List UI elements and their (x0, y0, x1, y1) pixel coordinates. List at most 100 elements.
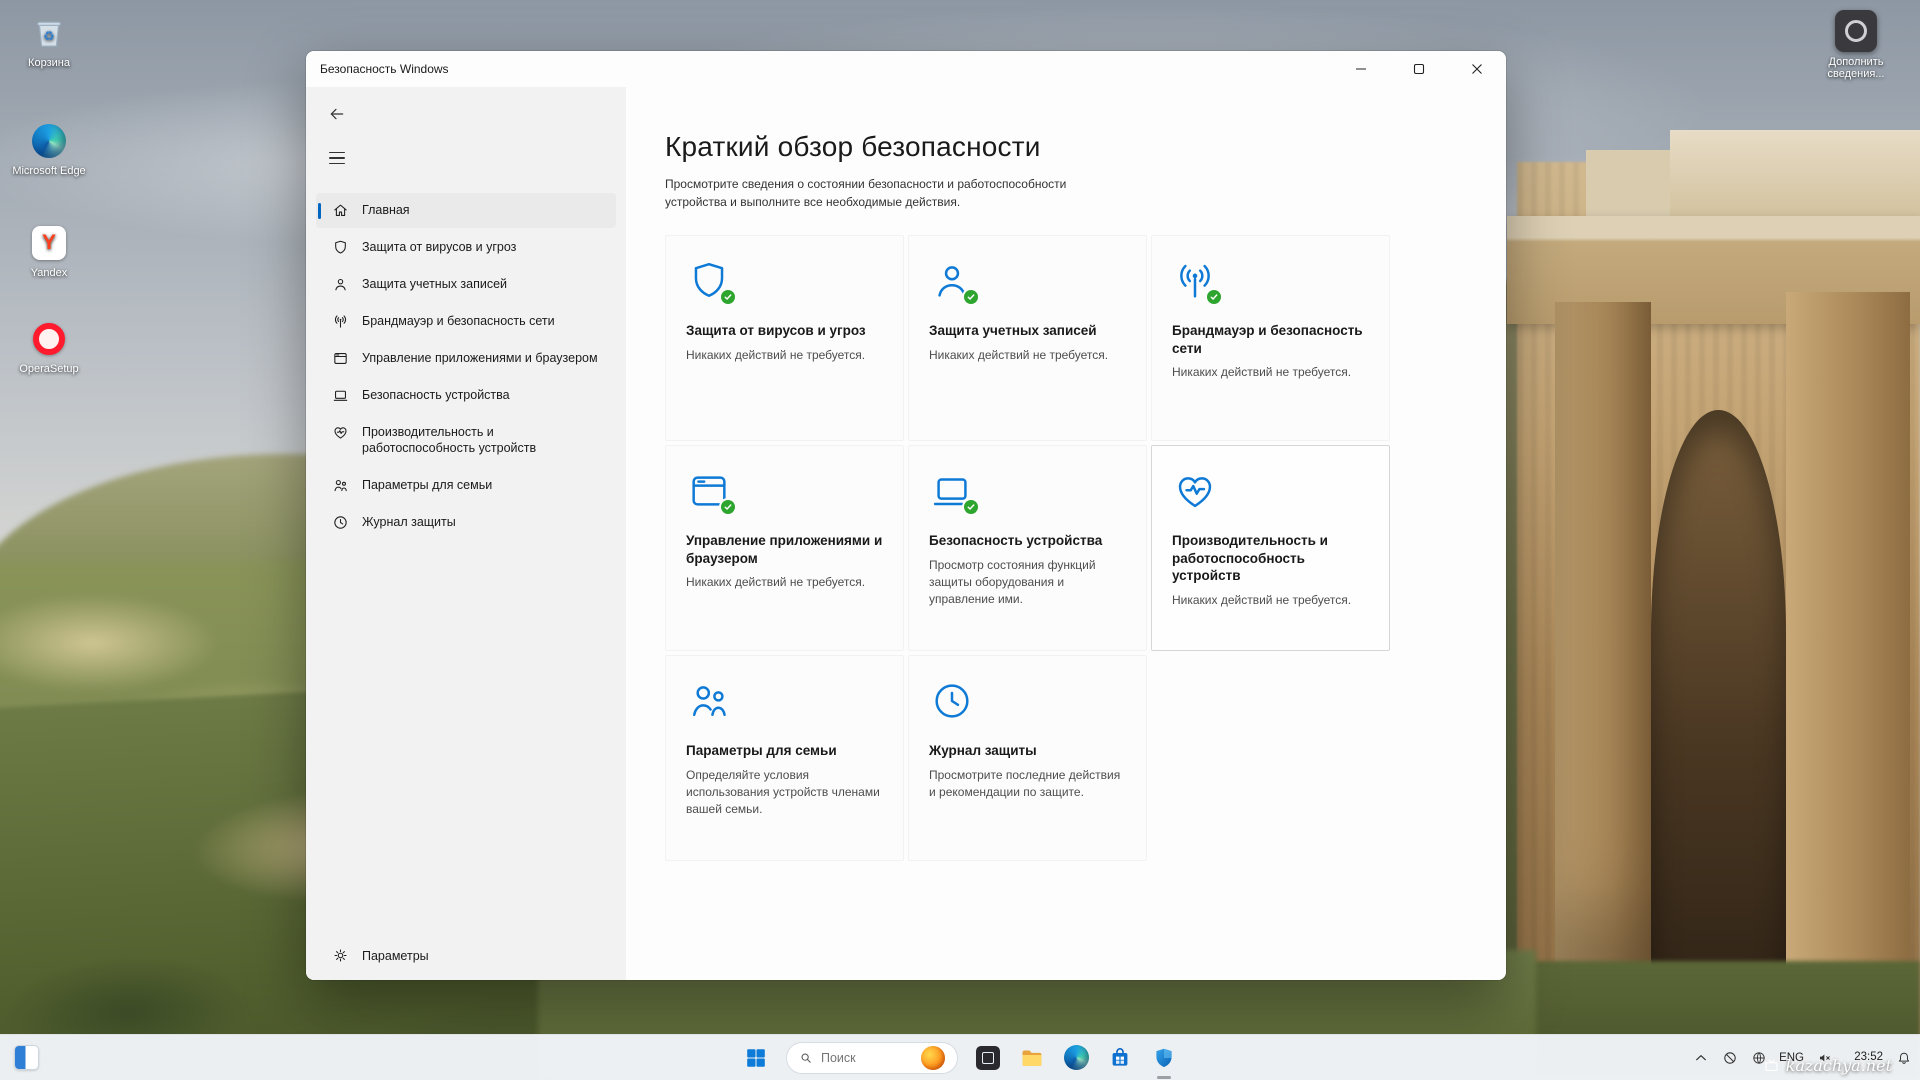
sidebar-item-device-security[interactable]: Безопасность устройства (316, 378, 616, 413)
status-ok-icon (719, 288, 737, 306)
minimize-button[interactable] (1332, 51, 1390, 87)
person-icon (929, 258, 980, 306)
tray-blocked-icon[interactable] (1721, 1049, 1738, 1066)
heart-pulse-icon (332, 424, 349, 441)
store-icon[interactable] (1106, 1044, 1134, 1072)
card-title: Параметры для семьи (686, 743, 837, 758)
windows-security-icon[interactable] (1150, 1044, 1178, 1079)
file-explorer-icon[interactable] (1018, 1044, 1046, 1072)
widgets-icon[interactable] (12, 1044, 40, 1072)
card-description: Никаких действий не требуется. (1172, 592, 1352, 607)
watermark-logo-icon (1764, 1059, 1778, 1072)
app-window-icon (686, 468, 737, 516)
desktop-icon-opera-setup[interactable]: OperaSetup (6, 318, 92, 375)
edge-icon (28, 120, 70, 162)
opera-icon (28, 318, 70, 360)
search-highlights-icon[interactable] (921, 1045, 945, 1070)
running-app-indicator (1157, 1075, 1171, 1079)
sidebar-item-label: Управление приложениями и браузером (362, 351, 598, 365)
info-badge-icon (1835, 10, 1877, 52)
maximize-button[interactable] (1390, 51, 1448, 87)
sidebar-item-label: Безопасность устройства (362, 388, 510, 402)
sidebar-item-label: Главная (362, 203, 410, 217)
window-titlebar[interactable]: Безопасность Windows (306, 51, 1506, 87)
card-protection-history[interactable]: Журнал защиты Просмотрите последние дейс… (908, 655, 1147, 861)
sidebar-item-label: Брандмауэр и безопасность сети (362, 314, 555, 328)
notification-bell-icon[interactable] (1895, 1049, 1912, 1066)
network-signal-icon (1172, 258, 1223, 306)
card-title: Управление приложениями и браузером (686, 533, 883, 566)
back-button[interactable] (320, 99, 354, 129)
desktop-icon-label: Yandex (30, 267, 68, 279)
watermark: kazachya.net (1763, 1056, 1892, 1075)
card-device-performance-health[interactable]: Производительность и работоспособность у… (1151, 445, 1390, 651)
card-family-options[interactable]: Параметры для семьи Определяйте условия … (665, 655, 904, 861)
sidebar-item-label: Защита от вирусов и угроз (362, 240, 517, 254)
sidebar-item-account-protection[interactable]: Защита учетных записей (316, 267, 616, 302)
desktop-icon-label: OperaSetup (19, 363, 79, 375)
taskbar: ENG 23:52 (0, 1034, 1920, 1080)
window-title: Безопасность Windows (320, 62, 449, 76)
info-badge-label: Дополнить сведения... (1827, 56, 1885, 80)
security-cards-grid: Защита от вирусов и угроз Никаких действ… (665, 235, 1394, 861)
sidebar-item-firewall-network[interactable]: Брандмауэр и безопасность сети (316, 304, 616, 339)
card-title: Производительность и работоспособность у… (1172, 533, 1328, 584)
desktop-icon-info[interactable]: Дополнить сведения... (1806, 10, 1906, 80)
status-ok-icon (1205, 288, 1223, 306)
task-view-icon[interactable] (974, 1044, 1002, 1072)
sidebar-item-label: Производительность и работоспособность у… (362, 425, 537, 456)
person-icon (332, 276, 349, 293)
svg-text:♻: ♻ (43, 29, 55, 44)
sidebar-item-performance-health[interactable]: Производительность и работоспособность у… (316, 415, 616, 466)
tray-chevron-icon[interactable] (1692, 1049, 1709, 1066)
security-sidebar: Главная Защита от вирусов и угроз Защита… (306, 87, 626, 980)
sidebar-item-label: Защита учетных записей (362, 277, 508, 291)
heart-pulse-icon (1172, 468, 1218, 514)
card-description: Никаких действий не требуется. (929, 347, 1109, 362)
page-title: Краткий обзор безопасности (665, 131, 1041, 162)
card-firewall-network[interactable]: Брандмауэр и безопасность сети Никаких д… (1151, 235, 1390, 441)
sidebar-item-label: Журнал защиты (362, 514, 456, 529)
card-app-browser-control[interactable]: Управление приложениями и браузером Ника… (665, 445, 904, 651)
desktop-icon-edge[interactable]: Microsoft Edge (6, 120, 92, 177)
card-account-protection[interactable]: Защита учетных записей Никаких действий … (908, 235, 1147, 441)
sidebar-item-virus-protection[interactable]: Защита от вирусов и угроз (316, 230, 616, 265)
desktop-icon-label: Microsoft Edge (12, 165, 86, 177)
shield-icon (332, 239, 349, 256)
sidebar-item-label: Параметры для семьи (362, 477, 493, 492)
card-title: Защита от вирусов и угроз (686, 323, 866, 338)
hamburger-menu-button[interactable] (320, 145, 354, 171)
card-title: Журнал защиты (929, 743, 1037, 758)
start-button[interactable] (742, 1044, 770, 1072)
family-icon (686, 678, 732, 724)
edge-icon[interactable] (1062, 1044, 1090, 1072)
card-description: Просмотрите последние действия и рекомен… (929, 767, 1121, 799)
window-controls (1332, 51, 1506, 87)
card-description: Никаких действий не требуется. (1172, 365, 1352, 380)
clock-icon (332, 514, 349, 531)
watermark-text: kazachya.net (1785, 1056, 1892, 1075)
status-ok-icon (719, 498, 737, 516)
home-icon (332, 202, 349, 219)
card-description: Никаких действий не требуется. (686, 575, 866, 590)
gear-icon (332, 947, 349, 964)
taskbar-search[interactable] (786, 1041, 958, 1074)
sidebar-item-protection-history[interactable]: Журнал защиты (316, 505, 616, 540)
card-virus-threat-protection[interactable]: Защита от вирусов и угроз Никаких действ… (665, 235, 904, 441)
desktop-icon-yandex[interactable]: Y Yandex (6, 222, 92, 279)
desktop-icon-label: Корзина (28, 57, 70, 69)
sidebar-item-app-browser-control[interactable]: Управление приложениями и браузером (316, 341, 616, 376)
sidebar-footer-label: Параметры (362, 948, 429, 963)
sidebar-nav: Главная Защита от вирусов и угроз Защита… (316, 193, 616, 540)
search-input[interactable] (821, 1050, 913, 1065)
close-button[interactable] (1448, 51, 1506, 87)
clock-icon (929, 678, 975, 724)
sidebar-item-family-options[interactable]: Параметры для семьи (316, 468, 616, 503)
card-device-security[interactable]: Безопасность устройства Просмотр состоян… (908, 445, 1147, 651)
laptop-icon (332, 387, 349, 404)
status-ok-icon (962, 498, 980, 516)
sidebar-item-home[interactable]: Главная (316, 193, 616, 228)
desktop-icon-recycle-bin[interactable]: ♻ Корзина (6, 12, 92, 69)
page-subtitle: Просмотрите сведения о состоянии безопас… (665, 177, 1067, 209)
sidebar-item-settings[interactable]: Параметры (332, 947, 429, 964)
